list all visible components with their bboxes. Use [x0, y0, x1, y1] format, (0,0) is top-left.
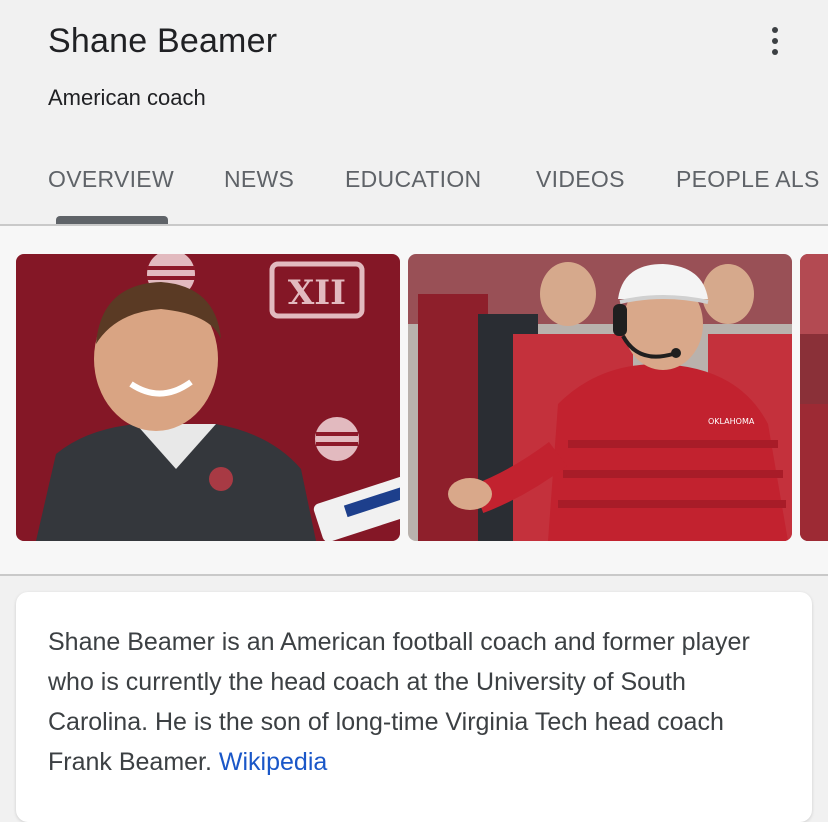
description-card: Shane Beamer is an American football coa… [16, 592, 812, 822]
tab-overview[interactable]: OVERVIEW [48, 166, 174, 193]
svg-text:XII: XII [288, 273, 346, 313]
tab-education[interactable]: EDUCATION [345, 166, 481, 193]
entity-title: Shane Beamer [48, 22, 278, 60]
more-vert-icon[interactable] [760, 24, 790, 58]
tab-videos[interactable]: VIDEOS [536, 166, 625, 193]
wikipedia-link[interactable]: Wikipedia [219, 748, 327, 776]
image-press-conference[interactable]: XII [16, 254, 400, 541]
image-partial[interactable] [800, 254, 828, 541]
image-carousel: XII OKLAHOMA [0, 226, 828, 574]
tab-people-also-search[interactable]: PEOPLE ALS [676, 166, 820, 193]
entity-description: Shane Beamer is an American football coa… [48, 622, 788, 782]
description-text: Shane Beamer is an American football coa… [48, 628, 750, 776]
svg-text:OKLAHOMA: OKLAHOMA [708, 417, 755, 426]
tab-bar: OVERVIEW NEWS EDUCATION VIDEOS PEOPLE AL… [0, 160, 828, 220]
knowledge-panel-header: Shane Beamer American coach OVERVIEW NEW… [0, 0, 828, 225]
entity-subtitle: American coach [48, 85, 206, 110]
tab-news[interactable]: NEWS [224, 166, 294, 193]
image-sideline-headset[interactable]: OKLAHOMA [408, 254, 792, 541]
divider [0, 574, 828, 576]
